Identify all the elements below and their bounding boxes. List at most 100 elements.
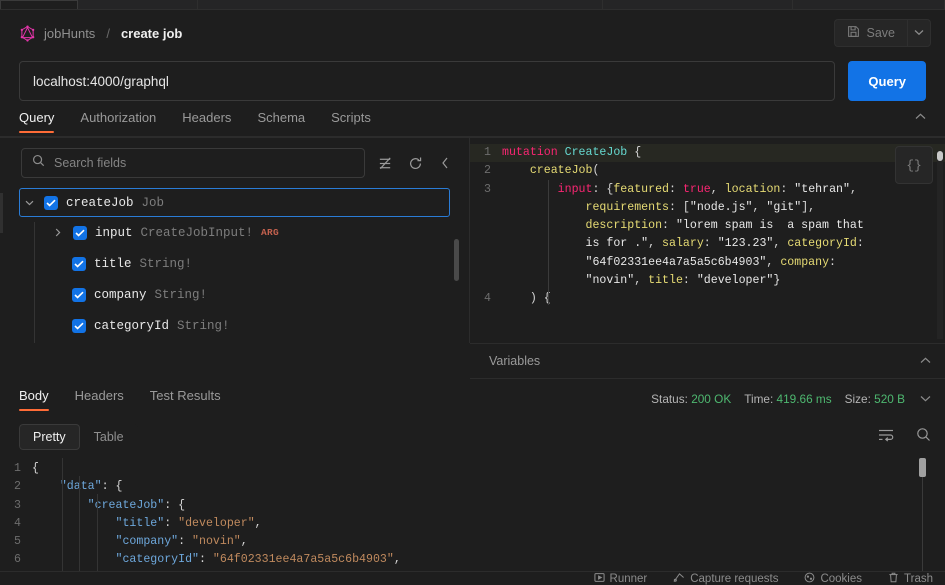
window-tab[interactable] [793, 0, 945, 9]
status-value: 200 OK [691, 392, 732, 406]
explorer-collapse-icon[interactable] [435, 153, 455, 173]
url-input[interactable]: localhost:4000/graphql [19, 61, 836, 101]
prettify-braces-button[interactable]: {} [895, 146, 933, 184]
runner-button[interactable]: Runner [593, 572, 648, 585]
code-text: is for .", salary: "123.23", categoryId: [585, 237, 864, 251]
field-checkbox[interactable] [73, 225, 87, 240]
schema-explorer-panel: Search fields createJob Job input Create… [0, 137, 470, 343]
window-tab[interactable] [78, 0, 198, 9]
field-row-input[interactable]: input CreateJobInput! ARG [0, 217, 469, 248]
response-meta-chevron-down-icon[interactable] [920, 393, 931, 405]
floppy-disk-icon [847, 25, 860, 41]
format-table-button[interactable]: Table [80, 424, 138, 450]
fold-rail [79, 476, 80, 585]
line-number [470, 254, 502, 272]
line-number [470, 235, 502, 253]
tab-authorization[interactable]: Authorization [80, 110, 156, 133]
query-send-button[interactable]: Query [848, 61, 926, 101]
field-type: String! [139, 256, 193, 271]
response-tab-body[interactable]: Body [19, 388, 49, 411]
request-tab-bar: Query Authorization Headers Schema Scrip… [0, 106, 945, 136]
runner-label: Runner [609, 572, 648, 585]
response-tab-headers[interactable]: Headers [75, 388, 124, 411]
status-group: Status: 200 OK [651, 392, 731, 406]
editor-scrollbar-thumb[interactable] [937, 151, 943, 161]
save-options-caret[interactable] [907, 19, 931, 47]
field-name: createJob [66, 195, 134, 210]
line-number: 3 [484, 182, 491, 196]
refresh-icon[interactable] [405, 153, 425, 173]
field-type: CreateJobInput! [140, 225, 254, 240]
line-number: 4 [14, 516, 21, 530]
trash-button[interactable]: Trash [888, 572, 933, 585]
time-value: 419.66 ms [776, 392, 832, 406]
search-fields-input[interactable]: Search fields [21, 148, 365, 178]
search-icon[interactable] [916, 427, 931, 447]
explorer-scrollbar-thumb[interactable] [454, 239, 459, 281]
editor-scrollbar-track[interactable] [937, 151, 943, 339]
line-number: 6 [14, 553, 21, 567]
field-type: String! [154, 287, 208, 302]
breadcrumb-current-request[interactable]: create job [121, 26, 182, 41]
size-value: 520 B [874, 392, 905, 406]
window-tab[interactable] [198, 0, 603, 9]
size-group: Size: 520 B [845, 392, 905, 406]
code-text: mutation CreateJob { [502, 146, 642, 159]
time-group: Time: 419.66 ms [744, 392, 831, 406]
tab-query[interactable]: Query [19, 110, 55, 133]
response-body-viewer[interactable]: 1 { 2 "data": { 3 "createJob": { 4 "titl… [0, 455, 945, 585]
query-editor-panel[interactable]: 1 mutation CreateJob { 2 createJob( 3 in… [470, 137, 945, 343]
url-input-value: localhost:4000/graphql [33, 73, 169, 89]
window-tab[interactable] [0, 0, 78, 9]
field-checkbox[interactable] [72, 318, 86, 333]
status-bar: Runner Capture requests Cookies Trash [0, 571, 945, 585]
code-text: "64f02331ee4a7a5a5c6b4903", company: [585, 255, 837, 269]
word-wrap-icon[interactable] [878, 428, 894, 447]
query-editor-content[interactable]: 1 mutation CreateJob { 2 createJob( 3 in… [470, 137, 945, 309]
cookies-button[interactable]: Cookies [804, 572, 862, 585]
response-tab-test-results[interactable]: Test Results [150, 388, 221, 411]
chevron-down-icon[interactable] [22, 200, 36, 206]
save-button[interactable]: Save [833, 19, 907, 47]
response-line: 3 "createJob": { [0, 497, 945, 515]
breadcrumb-collection[interactable]: jobHunts [44, 26, 95, 41]
line-number [470, 272, 502, 290]
search-fields-placeholder: Search fields [54, 156, 127, 170]
filter-sort-icon[interactable] [375, 153, 395, 173]
request-pane-collapse-button[interactable] [915, 111, 926, 131]
field-checkbox[interactable] [72, 256, 86, 271]
tab-schema[interactable]: Schema [257, 110, 305, 133]
line-number: 1 [484, 146, 491, 159]
variables-collapse-icon[interactable] [920, 355, 931, 367]
schema-field-list: createJob Job input CreateJobInput! ARG [0, 188, 469, 343]
line-number: 2 [484, 164, 491, 178]
line-number: 2 [14, 480, 21, 494]
window-tab[interactable] [603, 0, 793, 9]
response-format-toggle: Pretty Table [19, 424, 138, 450]
variables-bar[interactable]: Variables [470, 343, 945, 379]
indent-guide [548, 180, 549, 305]
explorer-and-editor: Search fields createJob Job input Create… [0, 137, 945, 343]
code-text: "title": "developer", [115, 516, 262, 530]
window-tab-strip[interactable] [0, 0, 945, 10]
url-row: localhost:4000/graphql Query [0, 56, 945, 106]
tab-scripts[interactable]: Scripts [331, 110, 371, 133]
field-row-createJob[interactable]: createJob Job [19, 188, 450, 217]
code-text: input: {featured: true, location: "tehra… [557, 182, 857, 196]
runner-icon [593, 572, 605, 585]
field-checkbox[interactable] [44, 195, 58, 210]
response-scrollbar-thumb[interactable] [919, 458, 926, 477]
chevron-right-icon[interactable] [51, 228, 65, 237]
field-row-title[interactable]: title String! [0, 248, 469, 279]
capture-icon [673, 572, 685, 585]
response-line: 4 "title": "developer", [0, 515, 945, 533]
capture-requests-button[interactable]: Capture requests [673, 572, 778, 585]
field-checkbox[interactable] [72, 287, 86, 302]
save-button-label: Save [866, 26, 896, 40]
code-text: "novin", title: "developer"} [585, 274, 781, 288]
response-scrollbar-track[interactable] [922, 458, 923, 585]
format-pretty-button[interactable]: Pretty [19, 424, 80, 450]
field-row-categoryId[interactable]: categoryId String! [0, 310, 469, 341]
tab-headers[interactable]: Headers [182, 110, 231, 133]
field-row-company[interactable]: company String! [0, 279, 469, 310]
